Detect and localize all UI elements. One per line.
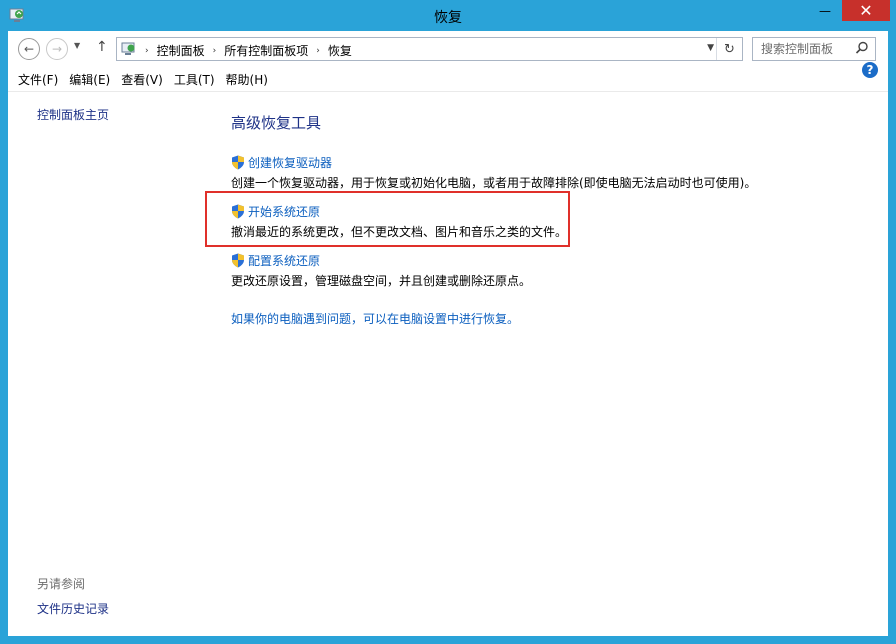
refresh-icon: ↻	[724, 41, 735, 57]
minimize-button[interactable]: —	[810, 0, 840, 21]
title-bar[interactable]: 恢复 — ✕	[0, 0, 896, 31]
recent-locations-dropdown[interactable]: ▼	[74, 41, 80, 50]
main-content: 高级恢复工具 创建恢复驱动器 创建一个恢复驱动器，用于恢复或初始化电脑，或者用于…	[205, 92, 888, 636]
task-create-recovery-drive: 创建恢复驱动器 创建一个恢复驱动器，用于恢复或初始化电脑，或者用于故障排除(即使…	[231, 154, 756, 191]
refresh-button[interactable]: ↻	[716, 38, 742, 60]
see-also-heading: 另请参阅	[37, 577, 86, 591]
task-link-label[interactable]: 开始系统还原	[248, 203, 320, 220]
page-title: 高级恢复工具	[231, 114, 322, 132]
back-arrow-icon: ←	[23, 42, 35, 56]
uac-shield-icon	[232, 253, 244, 268]
address-history-dropdown[interactable]: ▼	[707, 43, 714, 53]
create-recovery-drive-link[interactable]: 创建恢复驱动器	[231, 154, 756, 171]
up-arrow-icon: ↑	[96, 39, 108, 55]
breadcrumb-all-items[interactable]: 所有控制面板项	[224, 42, 308, 59]
task-description: 创建一个恢复驱动器，用于恢复或初始化电脑，或者用于故障排除(即使电脑无法启动时也…	[231, 176, 757, 190]
search-icon[interactable]	[855, 41, 869, 55]
task-description: 更改还原设置，管理磁盘空间，并且创建或删除还原点。	[231, 274, 532, 288]
menu-file[interactable]: 文件(F)	[14, 71, 62, 88]
control-panel-home-link[interactable]: 控制面板主页	[37, 106, 109, 123]
recovery-window: 恢复 — ✕ ← → ▼ ↑ › 控制面板 › 所有控制面板项 › 恢复 ▼ ↻…	[0, 0, 896, 644]
task-link-label[interactable]: 创建恢复驱动器	[248, 154, 332, 171]
chevron-down-icon: ▼	[74, 41, 81, 50]
breadcrumb-separator[interactable]: ›	[316, 46, 320, 56]
breadcrumb: › 控制面板 › 所有控制面板项 › 恢复	[141, 42, 352, 59]
menu-view[interactable]: 查看(V)	[117, 71, 167, 88]
client-area: ← → ▼ ↑ › 控制面板 › 所有控制面板项 › 恢复 ▼ ↻ 搜索控制面板…	[8, 31, 888, 636]
window-title: 恢复	[434, 10, 462, 26]
breadcrumb-separator[interactable]: ›	[145, 46, 149, 56]
configure-system-restore-link[interactable]: 配置系统还原	[231, 252, 531, 269]
back-button[interactable]: ←	[18, 38, 40, 60]
menu-tools[interactable]: 工具(T)	[170, 71, 219, 88]
address-bar[interactable]: › 控制面板 › 所有控制面板项 › 恢复 ▼ ↻	[116, 37, 743, 61]
close-button[interactable]: ✕	[842, 0, 890, 21]
breadcrumb-separator[interactable]: ›	[213, 46, 217, 56]
uac-shield-icon	[232, 155, 244, 170]
forward-arrow-icon: →	[51, 42, 63, 56]
navigation-bar: ← → ▼ ↑ › 控制面板 › 所有控制面板项 › 恢复 ▼ ↻ 搜索控制面板	[8, 31, 888, 68]
help-icon[interactable]: ?	[862, 62, 878, 78]
breadcrumb-recovery[interactable]: 恢复	[328, 42, 352, 59]
task-description: 撤消最近的系统更改，但不更改文档、图片和音乐之类的文件。	[231, 225, 568, 239]
task-configure-system-restore: 配置系统还原 更改还原设置，管理磁盘空间，并且创建或删除还原点。	[231, 252, 531, 289]
search-input[interactable]	[753, 38, 849, 60]
menu-bar: 文件(F) 编辑(E) 查看(V) 工具(T) 帮助(H)	[8, 68, 888, 92]
sidebar: 控制面板主页 另请参阅 文件历史记录	[8, 92, 218, 636]
pc-settings-recovery-link[interactable]: 如果你的电脑遇到问题，可以在电脑设置中进行恢复。	[231, 310, 519, 327]
search-box[interactable]	[752, 37, 876, 61]
control-panel-icon	[121, 42, 135, 55]
forward-button[interactable]: →	[46, 38, 68, 60]
start-system-restore-link[interactable]: 开始系统还原	[231, 203, 567, 220]
uac-shield-icon	[232, 204, 244, 219]
breadcrumb-control-panel[interactable]: 控制面板	[157, 42, 205, 59]
task-start-system-restore: 开始系统还原 撤消最近的系统更改，但不更改文档、图片和音乐之类的文件。	[231, 203, 567, 240]
menu-edit[interactable]: 编辑(E)	[65, 71, 114, 88]
task-link-label[interactable]: 配置系统还原	[248, 252, 320, 269]
menu-help[interactable]: 帮助(H)	[222, 71, 272, 88]
chevron-down-icon: ▼	[707, 43, 714, 53]
up-button[interactable]: ↑	[96, 39, 108, 55]
file-history-link[interactable]: 文件历史记录	[37, 600, 109, 617]
